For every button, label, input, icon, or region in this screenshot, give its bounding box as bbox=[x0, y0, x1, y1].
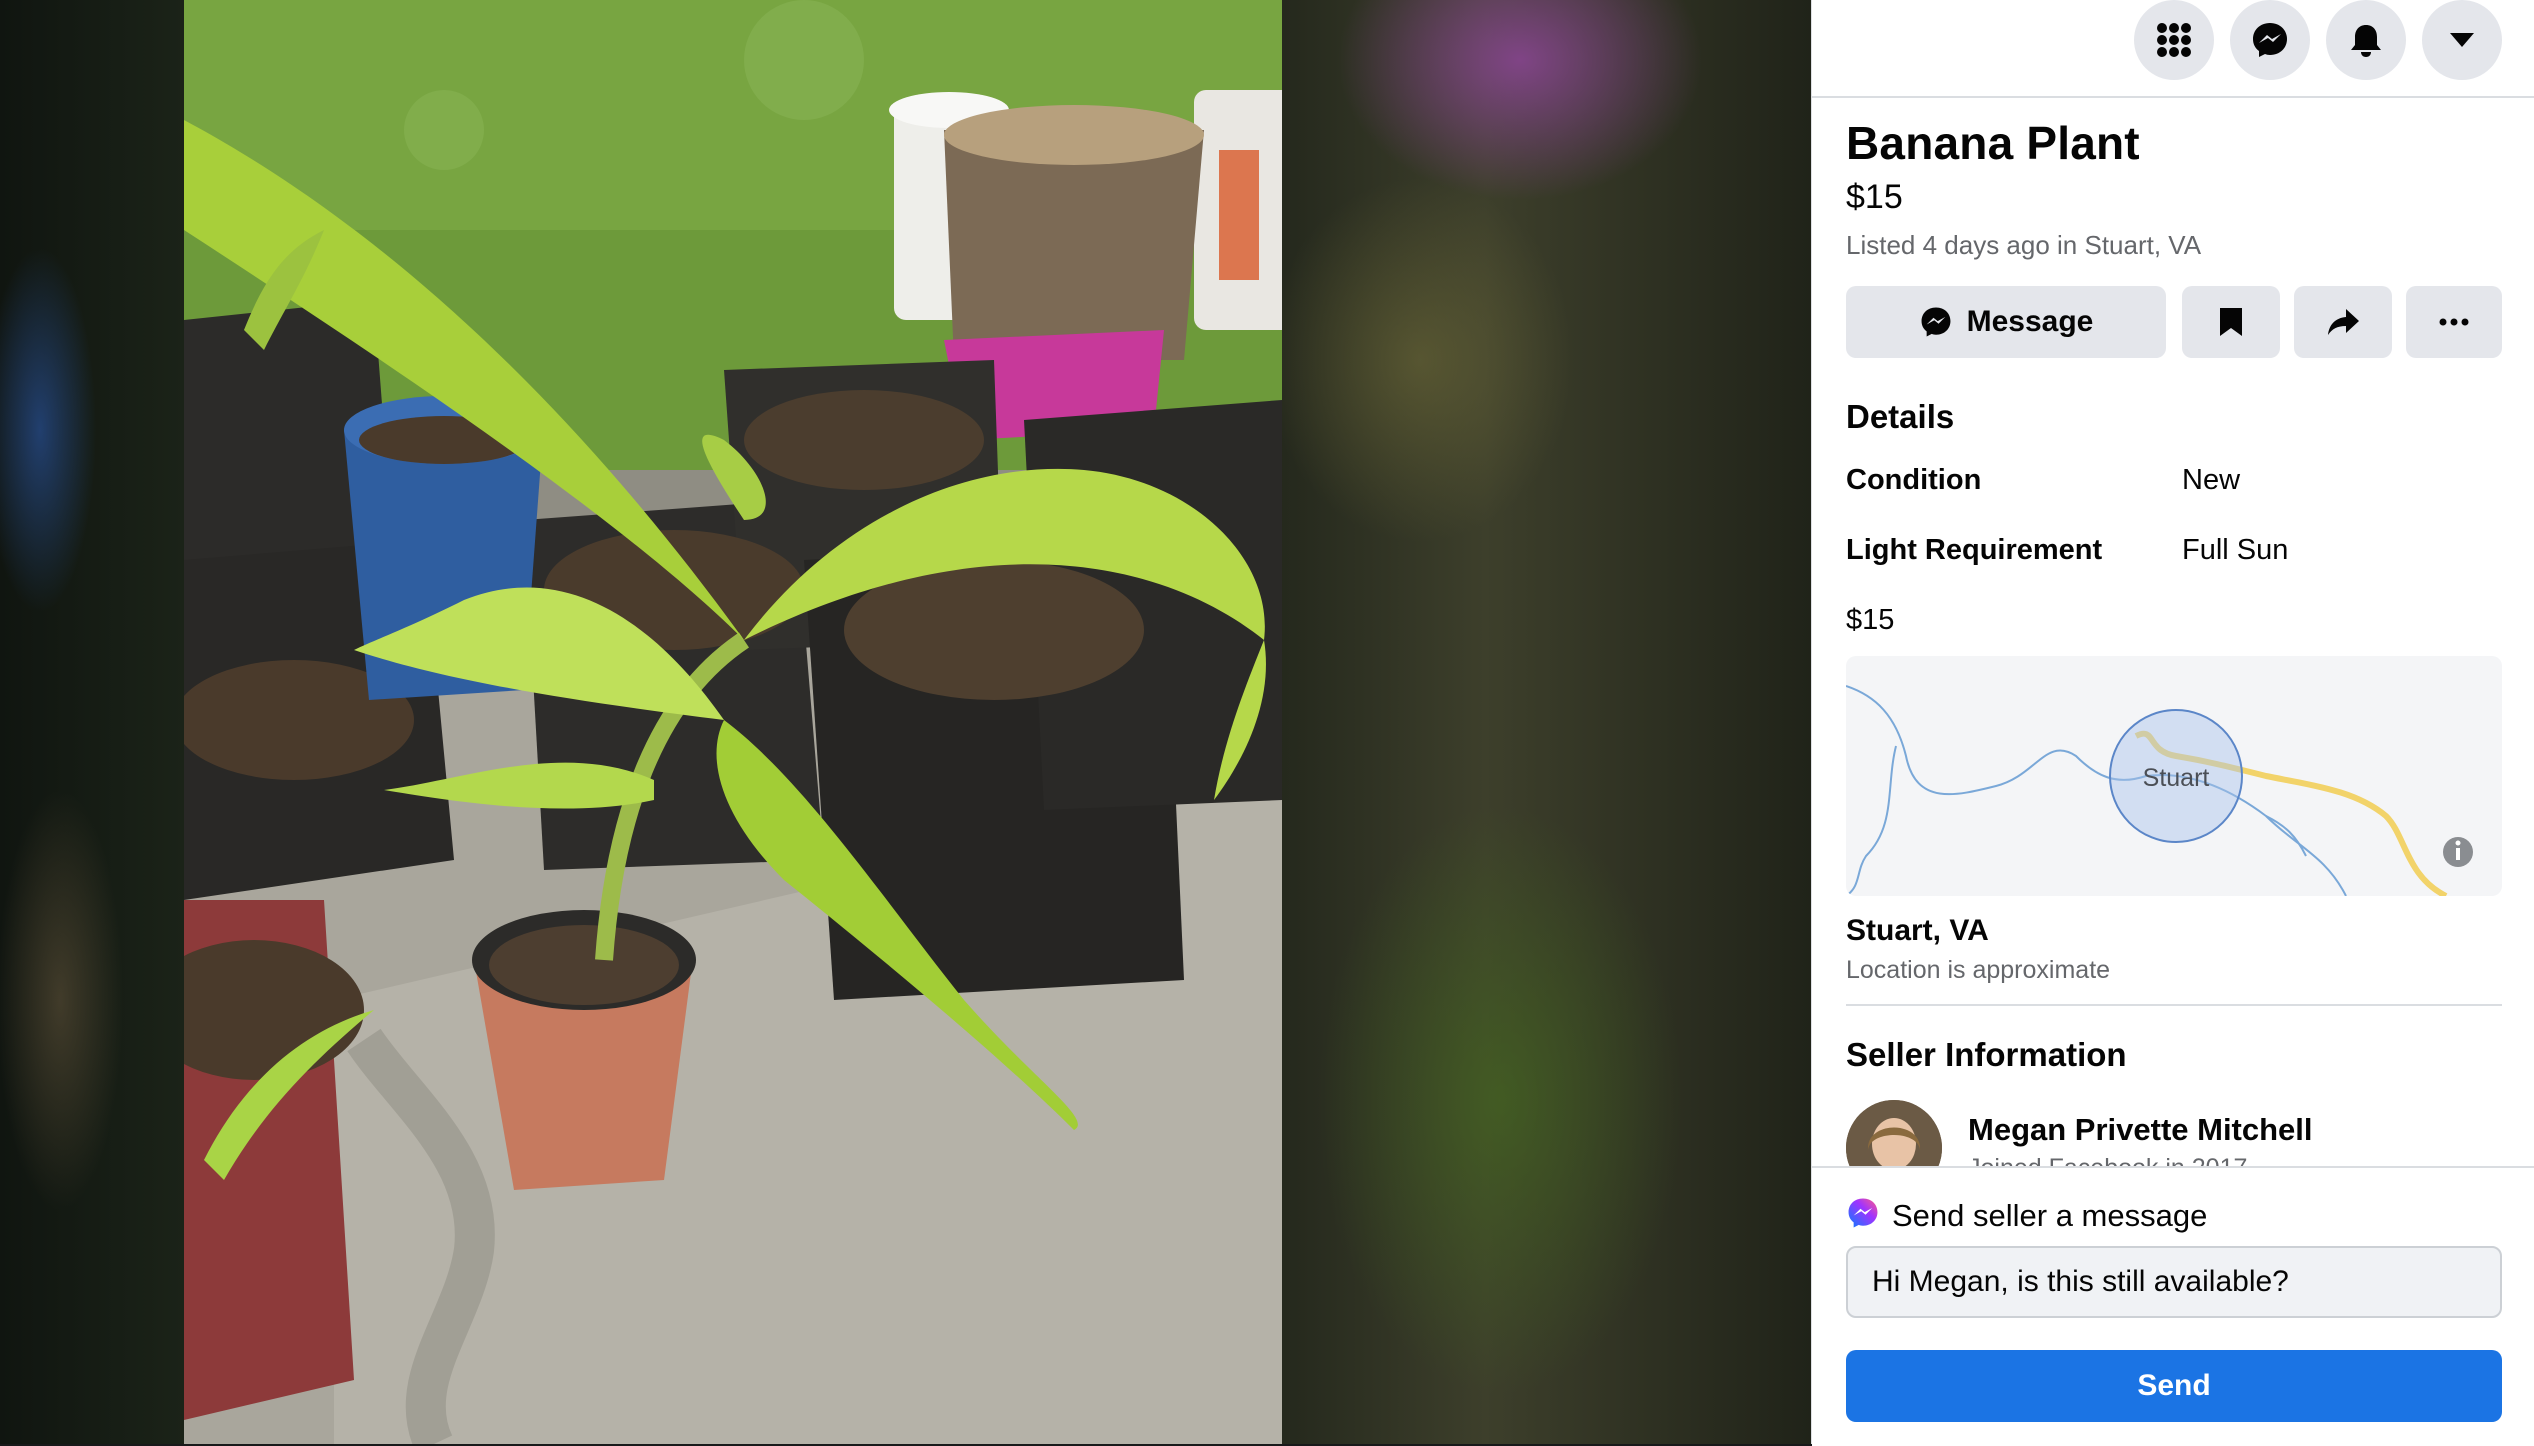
message-composer: Send seller a message Send bbox=[1812, 1166, 2534, 1446]
menu-grid-icon bbox=[2157, 23, 2191, 57]
location-name: Stuart, VA bbox=[1846, 914, 1989, 947]
detail-value-light: Full Sun bbox=[2182, 534, 2289, 566]
detail-price-text: $15 bbox=[1846, 604, 1895, 636]
listing-sidebar: Banana Plant $15 Listed 4 days ago in St… bbox=[1811, 0, 2534, 1446]
share-button[interactable] bbox=[2294, 286, 2392, 358]
share-arrow-icon bbox=[2328, 309, 2359, 335]
message-button-label: Message bbox=[1966, 305, 2094, 338]
photo-viewer bbox=[0, 0, 1811, 1444]
map-info-icon[interactable] bbox=[2443, 837, 2473, 867]
messenger-gradient-icon bbox=[1848, 1198, 1878, 1228]
message-input[interactable] bbox=[1846, 1246, 2502, 1318]
listing-meta: Listed 4 days ago in Stuart, VA bbox=[1846, 230, 2202, 260]
location-map[interactable]: Stuart bbox=[1846, 656, 2502, 896]
location-note: Location is approximate bbox=[1846, 956, 2111, 984]
account-caret-icon bbox=[2450, 33, 2474, 47]
details-heading: Details bbox=[1846, 398, 1955, 435]
photo-blurred-backdrop bbox=[0, 0, 184, 1444]
listing-price: $15 bbox=[1846, 178, 1903, 216]
listing-photo[interactable] bbox=[184, 0, 1282, 1444]
seller-name[interactable]: Megan Privette Mitchell bbox=[1968, 1112, 2313, 1148]
detail-label-light: Light Requirement bbox=[1846, 534, 2103, 566]
account-menu-button[interactable] bbox=[2422, 0, 2502, 80]
notifications-bell-icon bbox=[2351, 25, 2381, 57]
send-button[interactable]: Send bbox=[1846, 1350, 2502, 1422]
messenger-icon bbox=[2253, 23, 2287, 57]
listing-title: Banana Plant bbox=[1846, 117, 2140, 169]
messenger-icon bbox=[1921, 307, 1951, 337]
top-navigation-bar bbox=[1812, 0, 2534, 98]
menu-grid-button[interactable] bbox=[2134, 0, 2214, 80]
save-button[interactable] bbox=[2182, 286, 2280, 358]
section-divider bbox=[1846, 1004, 2502, 1006]
send-message-title: Send seller a message bbox=[1892, 1198, 2208, 1233]
map-city-label: Stuart bbox=[2143, 764, 2210, 792]
more-options-button[interactable] bbox=[2406, 286, 2502, 358]
messenger-button[interactable] bbox=[2230, 0, 2310, 80]
bookmark-icon bbox=[2220, 308, 2242, 336]
seller-info-heading: Seller Information bbox=[1846, 1036, 2127, 1073]
detail-value-condition: New bbox=[2182, 464, 2241, 496]
message-button[interactable]: Message bbox=[1846, 286, 2166, 358]
detail-label-condition: Condition bbox=[1846, 464, 1982, 496]
more-dots-icon bbox=[2439, 318, 2469, 326]
notifications-button[interactable] bbox=[2326, 0, 2406, 80]
